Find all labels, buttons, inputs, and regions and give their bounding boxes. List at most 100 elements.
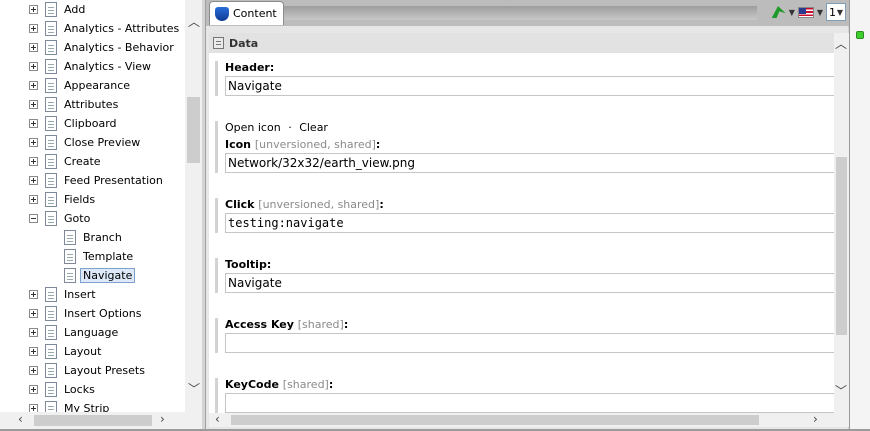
scroll-down-icon[interactable]: ﹀ — [835, 385, 847, 397]
document-icon — [64, 230, 76, 245]
document-icon — [45, 344, 57, 359]
tree-item[interactable]: Attributes — [29, 95, 118, 114]
tree-item[interactable]: Layout — [29, 342, 101, 361]
expand-icon[interactable] — [29, 81, 38, 90]
scroll-right-icon[interactable]: › — [813, 413, 818, 425]
document-icon — [45, 173, 57, 188]
tree-item[interactable]: Navigate — [64, 266, 136, 285]
keycode-input[interactable] — [225, 393, 834, 413]
expand-icon[interactable] — [29, 347, 38, 356]
expand-icon[interactable] — [29, 366, 38, 375]
collapse-icon[interactable] — [29, 214, 38, 223]
tree-item-label: Analytics - Attributes — [64, 22, 180, 35]
header-input[interactable] — [225, 76, 834, 96]
flag-us-icon[interactable] — [797, 6, 814, 18]
tree-item[interactable]: Feed Presentation — [29, 171, 163, 190]
version-selector[interactable]: 1 ▼ — [826, 3, 846, 21]
scroll-left-icon[interactable]: ‹ — [18, 413, 23, 425]
tree-item[interactable]: My Strip — [29, 399, 109, 412]
tree-item[interactable]: Branch — [64, 228, 122, 247]
expand-icon[interactable] — [29, 5, 38, 14]
colon: : — [328, 378, 334, 391]
document-icon — [45, 154, 57, 169]
tree-item[interactable]: Insert — [29, 285, 96, 304]
expand-icon[interactable] — [29, 290, 38, 299]
tree-item[interactable]: Appearance — [29, 76, 130, 95]
tab-content-label: Content — [233, 7, 277, 20]
tree-item[interactable]: Locks — [29, 380, 95, 399]
version-number: 1 — [829, 5, 836, 19]
scroll-down-icon[interactable]: ﹀ — [188, 383, 200, 395]
scroll-up-icon[interactable]: ︿ — [835, 38, 847, 50]
tree-item[interactable]: Layout Presets — [29, 361, 145, 380]
toolbar-right: ▼ ▼ 1 ▼ — [759, 0, 849, 24]
document-icon — [64, 249, 76, 264]
tab-content[interactable]: Content — [209, 1, 284, 25]
expand-icon[interactable] — [29, 309, 38, 318]
tree-item[interactable]: Close Preview — [29, 133, 140, 152]
access-key-input[interactable] — [225, 333, 834, 353]
icon-input[interactable] — [225, 153, 834, 173]
open-icon-link[interactable]: Open icon — [225, 121, 281, 134]
chevron-down-icon[interactable]: ▼ — [789, 8, 795, 17]
tree-item[interactable]: Analytics - Attributes — [29, 19, 179, 38]
fields-hscroll-thumb[interactable] — [231, 415, 759, 425]
tree-item-label: Template — [83, 250, 134, 263]
navigate-icon[interactable] — [771, 6, 786, 18]
tree-item[interactable]: Add — [29, 0, 85, 19]
tooltip-input[interactable] — [225, 273, 834, 293]
tree-item-label: Attributes — [64, 98, 119, 111]
expand-icon[interactable] — [29, 328, 38, 337]
expand-icon[interactable] — [29, 195, 38, 204]
expand-icon[interactable] — [29, 404, 38, 412]
expand-icon[interactable] — [29, 385, 38, 394]
status-indicator-icon[interactable] — [856, 31, 864, 39]
tab-bar: Content ▼ ▼ 1 ▼ — [206, 0, 849, 26]
tree-item-label: Goto — [64, 212, 91, 225]
tree-item-label: Clipboard — [64, 117, 117, 130]
fields-vertical-scrollbar[interactable]: ︿ ﹀ — [834, 33, 849, 413]
document-icon — [45, 287, 57, 302]
tree-item-label: My Strip — [64, 402, 110, 412]
chevron-down-icon[interactable]: ▼ — [817, 8, 823, 17]
tree-item[interactable]: Analytics - View — [29, 57, 151, 76]
tree-item[interactable]: Insert Options — [29, 304, 142, 323]
scroll-left-icon[interactable]: ‹ — [215, 413, 220, 425]
expand-icon[interactable] — [29, 138, 38, 147]
click-meta: [unversioned, shared] — [258, 198, 380, 211]
expand-icon[interactable] — [29, 24, 38, 33]
expand-icon[interactable] — [29, 43, 38, 52]
section-header[interactable]: Data — [209, 33, 834, 53]
tree-horizontal-scrollbar[interactable]: ‹ › — [0, 412, 202, 429]
clear-link[interactable]: Clear — [299, 121, 328, 134]
scroll-right-icon[interactable]: › — [160, 413, 165, 425]
field-access-key: Access Key [shared]: — [215, 318, 834, 353]
tree-item-label: Navigate — [80, 268, 136, 283]
shield-icon — [215, 6, 229, 21]
tree-hscroll-thumb[interactable] — [34, 415, 152, 426]
expand-icon[interactable] — [29, 119, 38, 128]
tree-item[interactable]: Fields — [29, 190, 95, 209]
expand-icon[interactable] — [29, 62, 38, 71]
fields-horizontal-scrollbar[interactable]: ‹ › — [209, 413, 849, 427]
expand-icon[interactable] — [29, 176, 38, 185]
scroll-up-icon[interactable]: ︿ — [188, 16, 200, 28]
document-icon — [45, 401, 57, 412]
tree-item[interactable]: Create — [29, 152, 101, 171]
tree-item[interactable]: Template — [64, 247, 133, 266]
click-input[interactable] — [225, 213, 834, 233]
fields-scroll-thumb[interactable] — [836, 157, 847, 335]
tree-item[interactable]: Clipboard — [29, 114, 117, 133]
tree-item[interactable]: Analytics - Behavior — [29, 38, 174, 57]
document-icon — [45, 97, 57, 112]
expand-icon[interactable] — [29, 157, 38, 166]
tree-item[interactable]: Language — [29, 323, 118, 342]
tree-vertical-scrollbar[interactable]: ︿ ﹀ — [185, 0, 202, 412]
document-icon — [45, 325, 57, 340]
expand-icon[interactable] — [29, 100, 38, 109]
right-side-panel — [849, 0, 870, 429]
tab-strip — [284, 6, 757, 20]
tree-scroll-thumb[interactable] — [187, 97, 200, 163]
tree-item-label: Branch — [83, 231, 122, 244]
tree-item[interactable]: Goto — [29, 209, 90, 228]
